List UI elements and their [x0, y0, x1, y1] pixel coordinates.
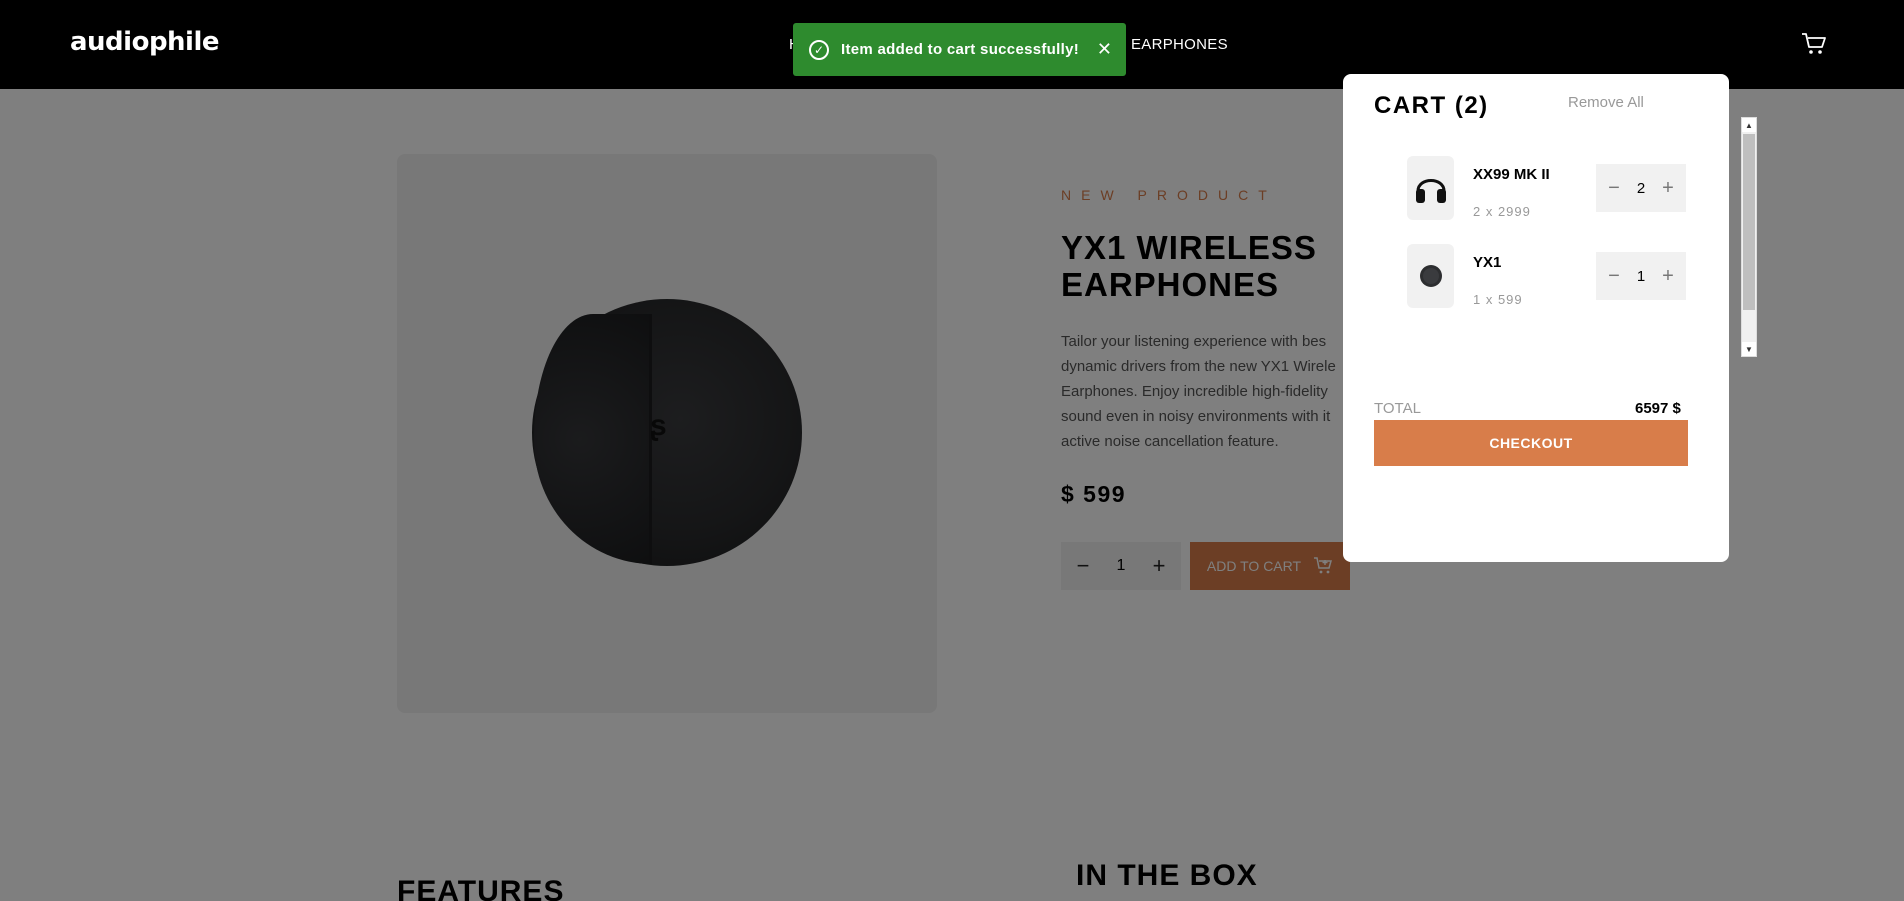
- cart-title: CART (2): [1374, 92, 1489, 119]
- increase-button[interactable]: +: [1658, 177, 1678, 200]
- headphones-icon: [1407, 156, 1454, 220]
- decrease-button[interactable]: −: [1604, 177, 1624, 200]
- increase-button[interactable]: +: [1658, 265, 1678, 288]
- cart-item-subtotal: 2 x 2999: [1473, 204, 1531, 219]
- decrease-button[interactable]: −: [1604, 265, 1624, 288]
- cart-modal: CART (2) Remove All XX99 MK II 2 x 2999 …: [1343, 74, 1729, 562]
- check-circle-icon: ✓: [809, 39, 829, 60]
- cart-item: XX99 MK II 2 x 2999 − 2 +: [1407, 156, 1697, 221]
- cart-item-quantity: 1: [1636, 267, 1646, 285]
- total-label: TOTAL: [1374, 400, 1421, 417]
- logo[interactable]: audiophile: [70, 27, 220, 57]
- cart-item-name: XX99 MK II: [1473, 166, 1550, 183]
- total-value: 6597 $: [1635, 400, 1681, 417]
- cart-quantity-stepper: − 1 +: [1596, 252, 1686, 300]
- scrollbar-thumb[interactable]: [1743, 134, 1755, 310]
- close-icon[interactable]: ✕: [1097, 39, 1112, 60]
- checkout-button[interactable]: CHECKOUT: [1374, 420, 1688, 466]
- remove-all-button[interactable]: Remove All: [1568, 94, 1644, 111]
- toast-message: Item added to cart successfully!: [841, 41, 1080, 58]
- nav-earphones-link[interactable]: EARPHONES: [1131, 36, 1228, 53]
- scroll-up-icon[interactable]: ▲: [1742, 118, 1756, 132]
- earphone-icon: [1407, 244, 1454, 308]
- success-toast: ✓ Item added to cart successfully! ✕: [793, 23, 1126, 76]
- cart-item-quantity: 2: [1636, 179, 1646, 197]
- cart-icon[interactable]: [1801, 32, 1827, 56]
- cart-item: YX1 1 x 599 − 1 +: [1407, 244, 1697, 309]
- cart-item-name: YX1: [1473, 254, 1502, 271]
- cart-quantity-stepper: − 2 +: [1596, 164, 1686, 212]
- scroll-down-icon[interactable]: ▼: [1742, 342, 1756, 356]
- cart-scrollbar[interactable]: ▲ ▼: [1741, 117, 1757, 357]
- cart-item-subtotal: 1 x 599: [1473, 292, 1523, 307]
